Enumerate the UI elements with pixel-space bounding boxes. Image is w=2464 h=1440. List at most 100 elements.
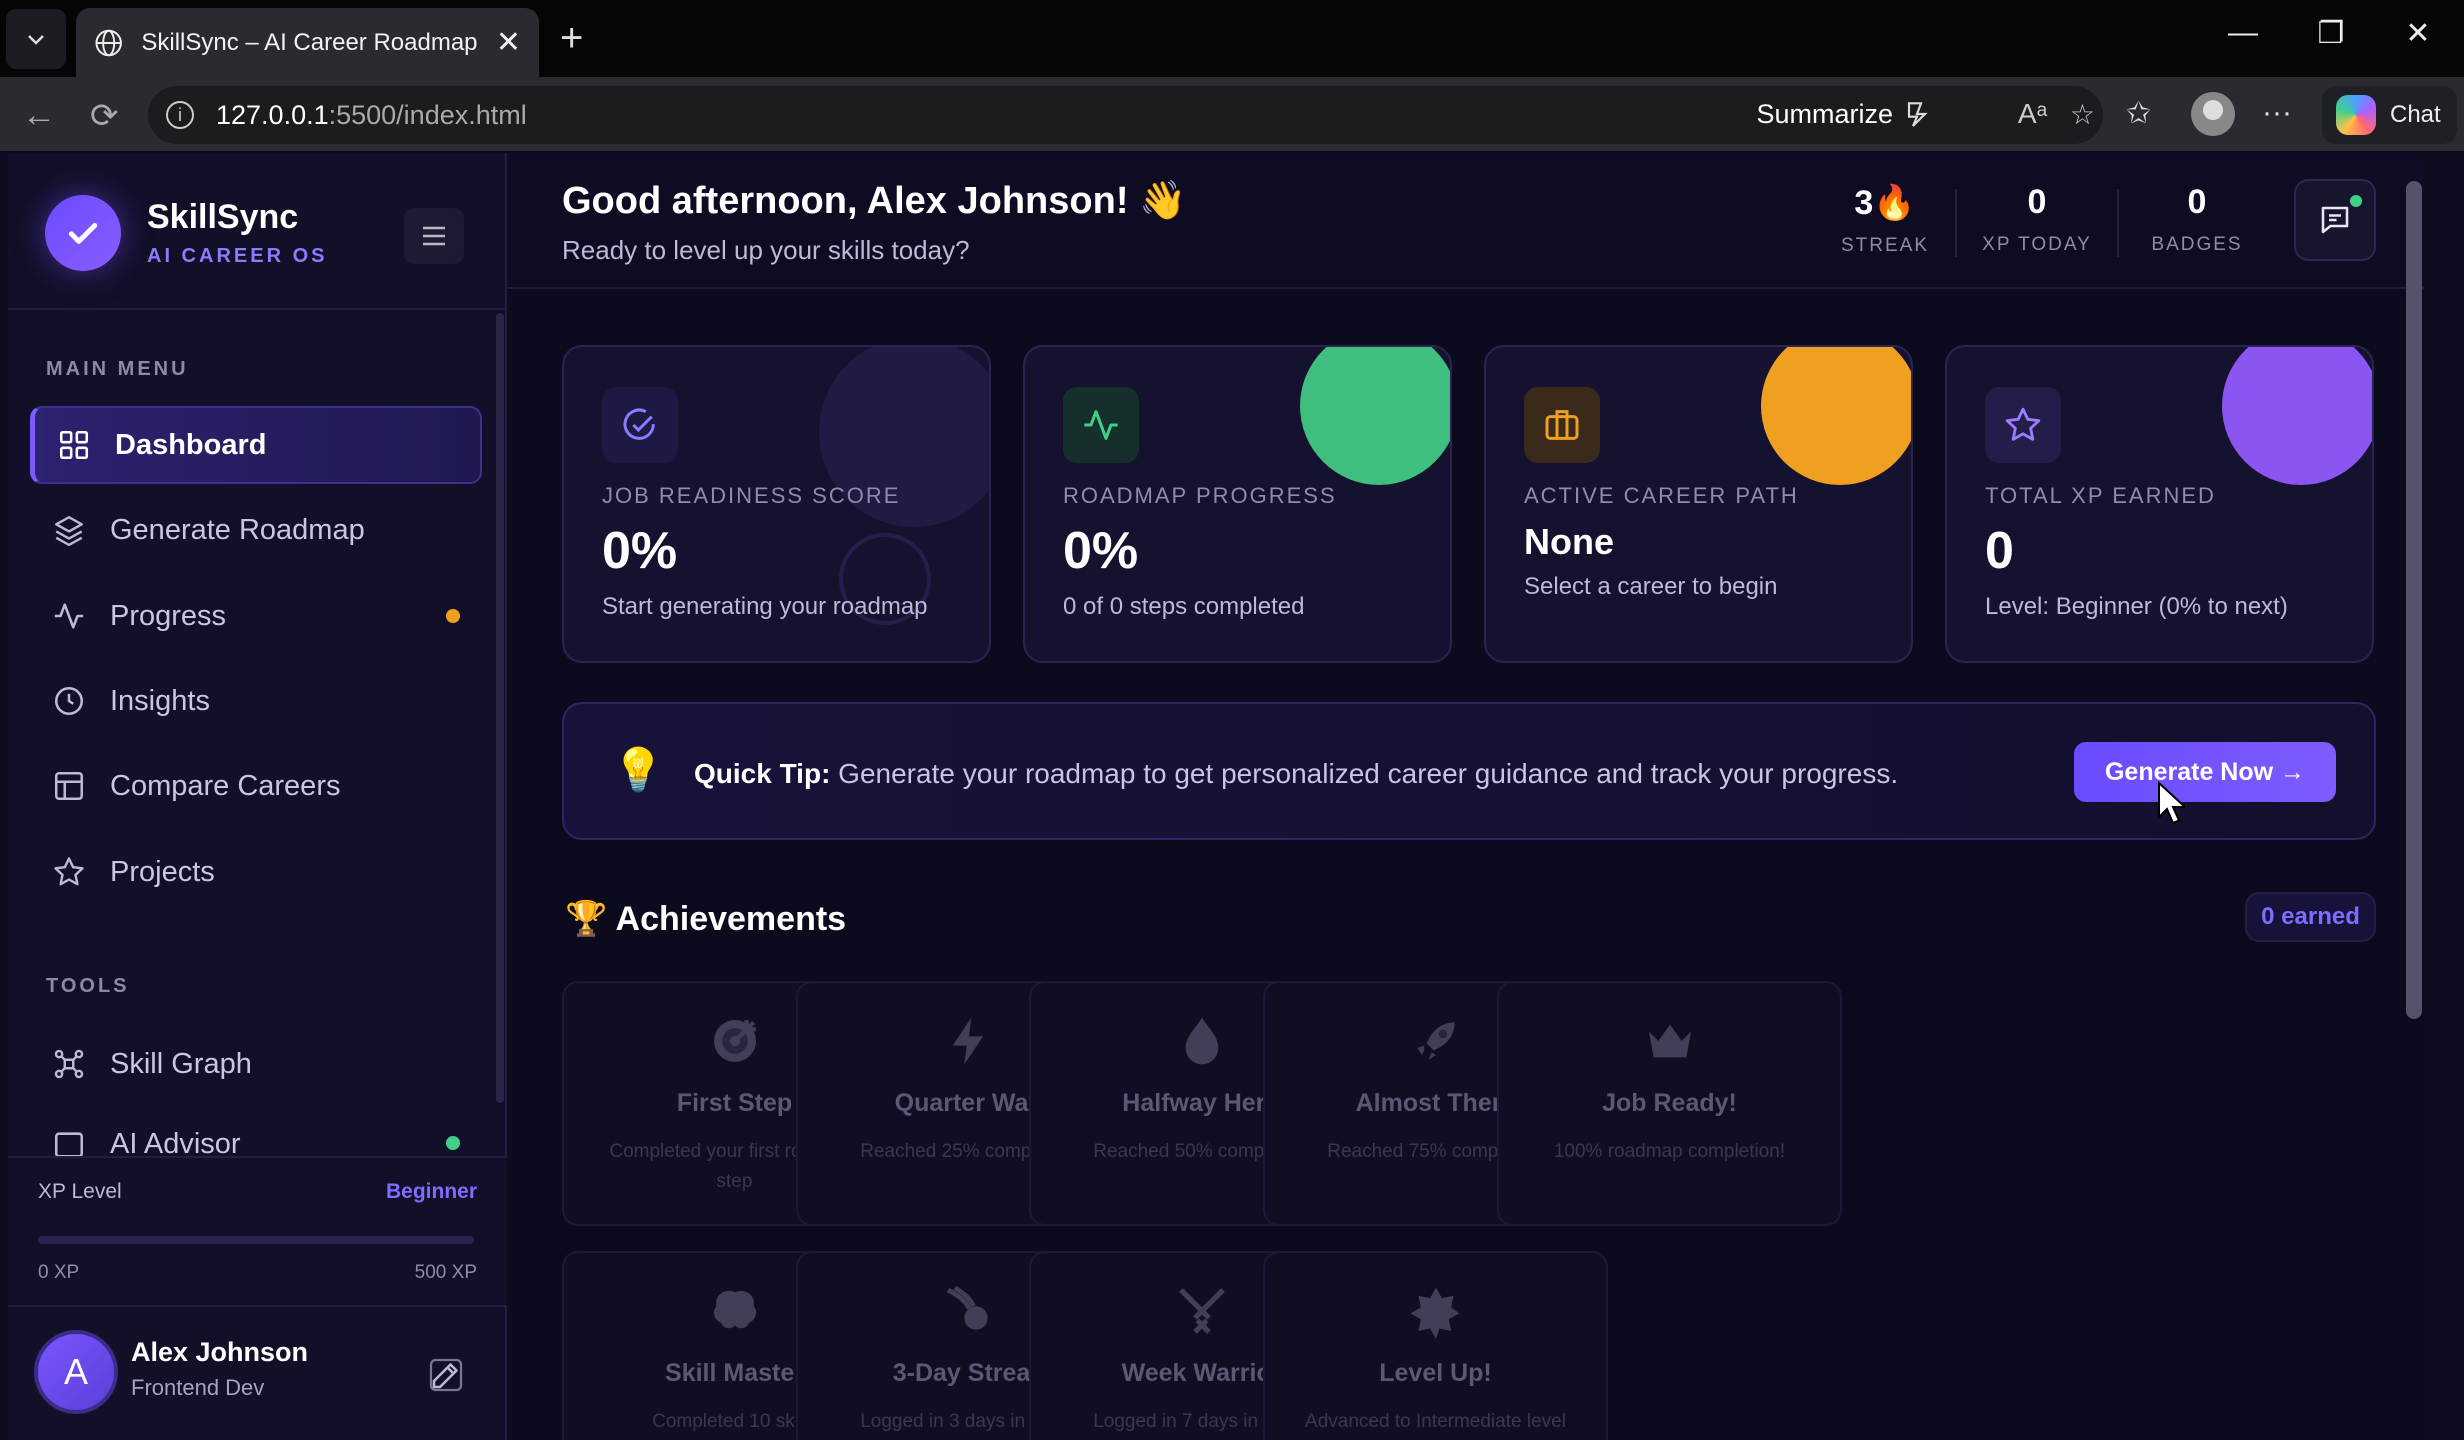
quick-tip-text: Quick Tip: Generate your roadmap to get … (694, 758, 1898, 790)
favorite-star-icon[interactable]: ☆ (2070, 98, 2095, 131)
brand-subtitle: AI CAREER OS (147, 245, 328, 267)
advisor-online-dot (446, 1136, 460, 1150)
xp-today-value: 0 (2027, 183, 2047, 221)
graph-nodes-icon (54, 1049, 84, 1079)
site-info-icon[interactable]: i (166, 101, 194, 129)
achievement-name: Level Up! (1379, 1359, 1492, 1387)
message-icon (2321, 206, 2349, 234)
xp-min-label: 0 XP (38, 1262, 80, 1283)
user-panel: A Alex Johnson Frontend Dev (8, 1305, 507, 1440)
generate-now-button[interactable]: Generate Now → (2074, 742, 2336, 802)
layers-icon (55, 516, 83, 547)
favorites-icon[interactable]: ✩ (2126, 96, 2151, 131)
tools-title: TOOLS (46, 975, 130, 997)
copilot-chat-button[interactable]: Chat (2322, 86, 2457, 144)
badges-value: 0 (2187, 183, 2207, 221)
card-label: TOTAL XP EARNED (1985, 483, 2216, 508)
stat-divider (2117, 189, 2119, 257)
xp-max-label: 500 XP (414, 1262, 477, 1283)
chat-square-icon (54, 1132, 84, 1156)
read-aloud-icon[interactable]: Aᵃ (2018, 98, 2047, 130)
reload-icon[interactable]: ⟳ (90, 96, 119, 136)
active-career-card[interactable]: ACTIVE CAREER PATH None Select a career … (1484, 345, 1913, 663)
card-description: Level: Beginner (0% to next) (1985, 593, 2288, 620)
sidebar-item-ai-advisor[interactable]: AI Advisor (30, 1110, 482, 1156)
back-icon[interactable]: ← (22, 96, 56, 135)
window-close-icon[interactable]: ✕ (2396, 16, 2440, 51)
briefcase-icon (1524, 387, 1600, 463)
badges-label: BADGES (2151, 234, 2243, 255)
sidebar-item-label: Skill Graph (110, 1047, 252, 1080)
card-description: 0 of 0 steps completed (1063, 593, 1305, 620)
star-icon (1985, 387, 2061, 463)
copilot-summarize-icon (1907, 102, 1928, 127)
card-description: Select a career to begin (1524, 573, 1778, 600)
card-value: 0% (602, 522, 678, 580)
sidebar-item-compare-careers[interactable]: Compare Careers (30, 747, 482, 825)
brand: SkillSync AI CAREER OS (45, 195, 327, 271)
achievement-card: Level Up! Advanced to Intermediate level (1263, 1251, 1608, 1440)
url-path: :5500/index.html (328, 99, 527, 130)
edit-profile-icon[interactable] (428, 1357, 464, 1393)
mouse-cursor-icon (2158, 781, 2185, 825)
tab-list-button[interactable] (6, 8, 66, 69)
summarize-button[interactable]: Summarize (1756, 98, 1933, 130)
xp-level-panel: XP Level Beginner 0 XP 500 XP (8, 1156, 507, 1306)
streak-value: 3🔥 (1854, 184, 1916, 222)
xp-level-label: XP Level (38, 1180, 122, 1203)
app: SkillSync AI CAREER OS MAIN MENU Dashboa… (8, 153, 2424, 1440)
sidebar-toggle-button[interactable] (404, 208, 464, 264)
card-label: ACTIVE CAREER PATH (1524, 483, 1799, 508)
xp-today-stat: 0 XP TODAY (1972, 183, 2102, 256)
chat-label: Chat (2390, 101, 2441, 128)
roadmap-progress-card: ROADMAP PROGRESS 0% 0 of 0 steps complet… (1023, 345, 1452, 663)
main-scrollbar[interactable] (2406, 181, 2422, 1019)
restore-icon[interactable]: ❐ (2309, 16, 2353, 51)
new-tab-icon[interactable]: + (560, 18, 583, 58)
tab-close-icon[interactable]: ✕ (496, 25, 521, 60)
sidebar-item-insights[interactable]: Insights (30, 662, 482, 740)
url-host: 127.0.0.1 (216, 99, 329, 130)
xp-today-label: XP TODAY (1982, 234, 2092, 255)
table-icon (54, 771, 84, 801)
main-menu-title: MAIN MENU (46, 358, 189, 380)
sidebar: SkillSync AI CAREER OS MAIN MENU Dashboa… (8, 153, 507, 1440)
crown-icon (1499, 1013, 1840, 1073)
sidebar-item-progress[interactable]: Progress (30, 577, 482, 655)
address-field[interactable]: i 127.0.0.1:5500/index.html Summarize Aᵃ… (148, 86, 2103, 144)
more-menu-icon[interactable]: ··· (2262, 96, 2292, 130)
badges-stat: 0 BADGES (2137, 183, 2257, 256)
achievements-title: 🏆 Achievements (565, 900, 847, 938)
chevron-down-icon (28, 34, 44, 45)
activity-icon (54, 603, 84, 629)
card-label: ROADMAP PROGRESS (1063, 483, 1337, 508)
card-decoration (2222, 347, 2372, 485)
brand-check-icon (45, 195, 121, 271)
achievement-name: Job Ready! (1602, 1089, 1737, 1117)
top-header: Good afternoon, Alex Johnson! 👋 Ready to… (507, 153, 2424, 289)
card-value: 0 (1985, 522, 2014, 580)
url-text: 127.0.0.1:5500/index.html (216, 100, 527, 131)
card-description: Start generating your roadmap (602, 593, 928, 620)
main-content: Good afternoon, Alex Johnson! 👋 Ready to… (507, 153, 2424, 1440)
sidebar-item-label: Generate Roadmap (110, 513, 365, 546)
minimize-icon[interactable]: — (2221, 16, 2265, 50)
star-icon (54, 857, 84, 886)
activity-icon (1063, 387, 1139, 463)
browser-tab[interactable]: SkillSync – AI Career Roadmap Ger ✕ (76, 8, 539, 77)
avatar[interactable]: A (34, 1330, 118, 1414)
progress-notification-dot (446, 609, 460, 623)
card-value: 0% (1063, 522, 1139, 580)
sidebar-item-skill-graph[interactable]: Skill Graph (30, 1025, 482, 1103)
messages-button[interactable] (2294, 179, 2376, 261)
sidebar-item-generate-roadmap[interactable]: Generate Roadmap (30, 491, 482, 569)
sidebar-scrollbar[interactable] (496, 313, 504, 1103)
xp-level-value: Beginner (385, 1180, 477, 1203)
profile-avatar[interactable] (2191, 92, 2235, 136)
sidebar-item-projects[interactable]: Projects (30, 833, 482, 911)
achievement-description: Advanced to Intermediate level (1305, 1411, 1566, 1432)
sidebar-item-dashboard[interactable]: Dashboard (30, 406, 482, 484)
card-decoration (1761, 347, 1911, 485)
sidebar-item-label: Compare Careers (110, 769, 341, 802)
grid-icon (59, 430, 89, 460)
